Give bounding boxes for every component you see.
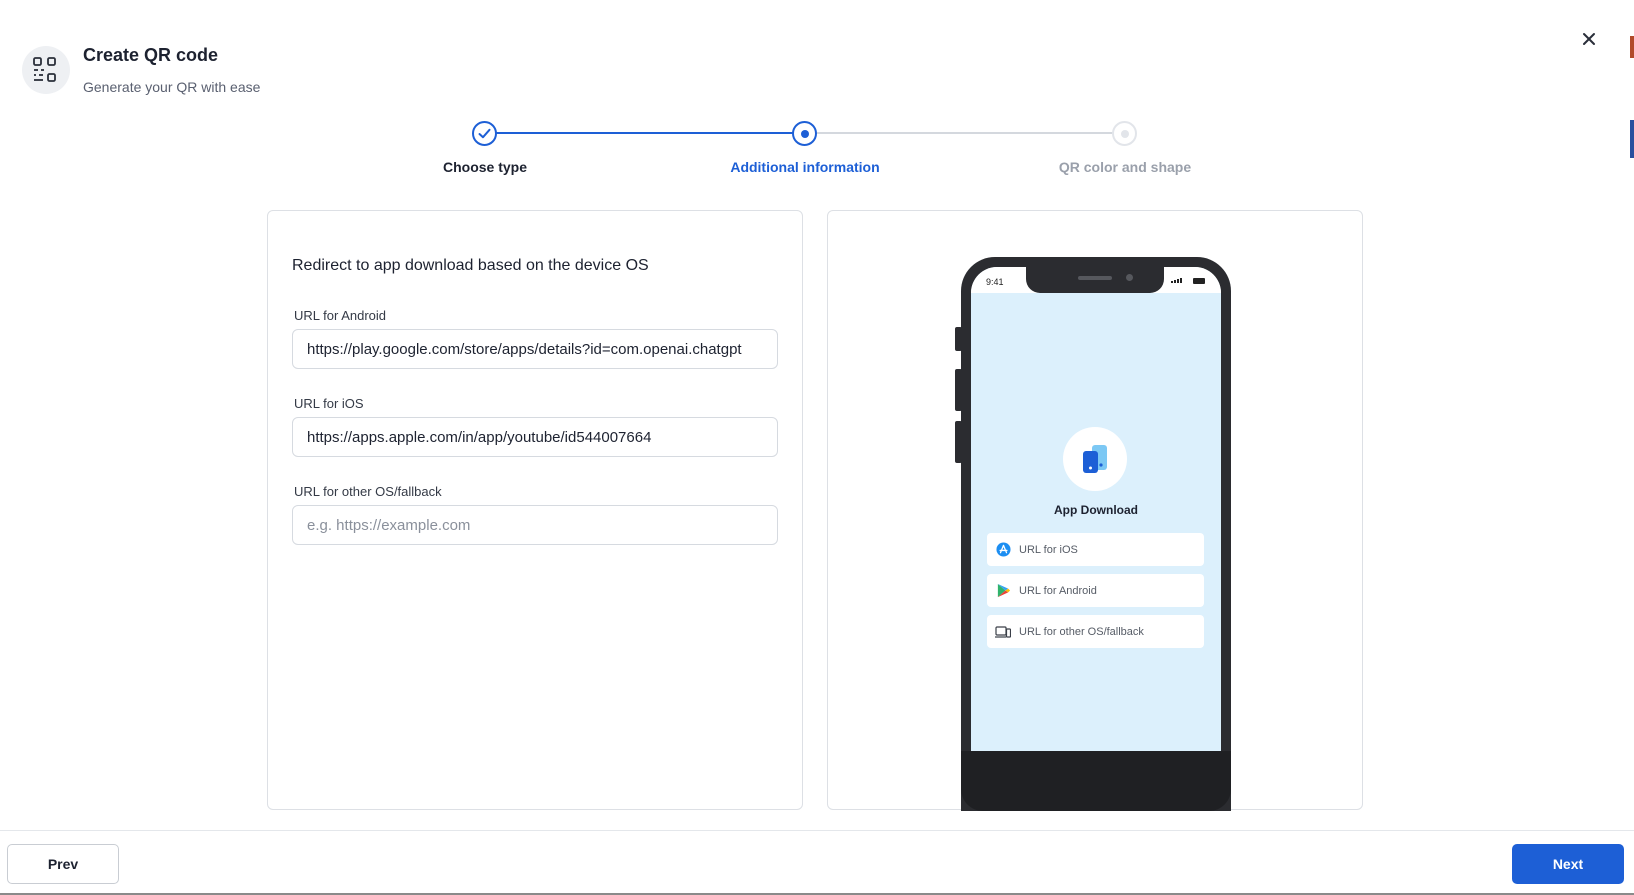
fallback-url-input[interactable] — [292, 505, 778, 545]
modal-subtitle: Generate your QR with ease — [83, 79, 261, 95]
phone-side-button — [955, 327, 962, 351]
step-label-qr-color-shape: QR color and shape — [1058, 159, 1192, 175]
preview-link-label: URL for other OS/fallback — [1019, 625, 1144, 638]
phone-screen: 9:41 App Download URL for iOS URL for An… — [971, 267, 1221, 757]
app-download-icon — [1063, 427, 1127, 491]
ios-url-input[interactable] — [292, 417, 778, 457]
android-url-input[interactable] — [292, 329, 778, 369]
preview-panel: 9:41 App Download URL for iOS URL for An… — [827, 210, 1363, 811]
phone-side-button — [955, 369, 962, 411]
android-url-label: URL for Android — [294, 308, 387, 323]
modal-title: Create QR code — [83, 45, 219, 65]
create-qr-modal: Create QR code Generate your QR with eas… — [0, 0, 1634, 893]
prev-button[interactable]: Prev — [7, 844, 119, 884]
next-button[interactable]: Next — [1512, 844, 1624, 884]
google-play-icon — [995, 583, 1011, 599]
phone-side-button — [955, 421, 962, 463]
background-sliver — [1630, 120, 1634, 158]
preview-app-title: App Download — [1054, 503, 1138, 517]
footer-divider — [0, 830, 1634, 831]
form-heading: Redirect to app download based on the de… — [292, 257, 649, 274]
phone-mockup: 9:41 App Download URL for iOS URL for An… — [955, 257, 1231, 811]
preview-link-fallback[interactable]: URL for other OS/fallback — [987, 615, 1204, 648]
ios-url-label: URL for iOS — [294, 396, 364, 411]
step-1-complete-icon[interactable] — [472, 121, 497, 146]
preview-link-android[interactable]: URL for Android — [987, 574, 1204, 607]
form-panel: Redirect to app download based on the de… — [267, 210, 803, 810]
preview-link-label: URL for Android — [1019, 584, 1097, 597]
step-2-active-indicator[interactable] — [792, 121, 817, 146]
phone-chin — [961, 751, 1231, 811]
qr-code-icon — [22, 46, 70, 94]
preview-link-label: URL for iOS — [1019, 543, 1078, 556]
step-3-pending-indicator — [1112, 121, 1137, 146]
stepper-progress-line — [496, 132, 794, 134]
devices-icon — [995, 624, 1011, 640]
background-sliver — [1630, 36, 1634, 58]
step-label-choose-type[interactable]: Choose type — [365, 159, 605, 175]
battery-icon — [1193, 278, 1205, 284]
step-label-additional-information[interactable]: Additional information — [685, 159, 925, 175]
preview-link-ios[interactable]: URL for iOS — [987, 533, 1204, 566]
fallback-url-label: URL for other OS/fallback — [294, 484, 442, 499]
stepper-pending-line — [817, 132, 1114, 134]
close-icon[interactable] — [1576, 26, 1602, 52]
status-time: 9:41 — [986, 277, 1004, 287]
phone-notch — [1026, 267, 1164, 293]
signal-icon — [1171, 278, 1182, 283]
app-store-icon — [995, 542, 1011, 558]
